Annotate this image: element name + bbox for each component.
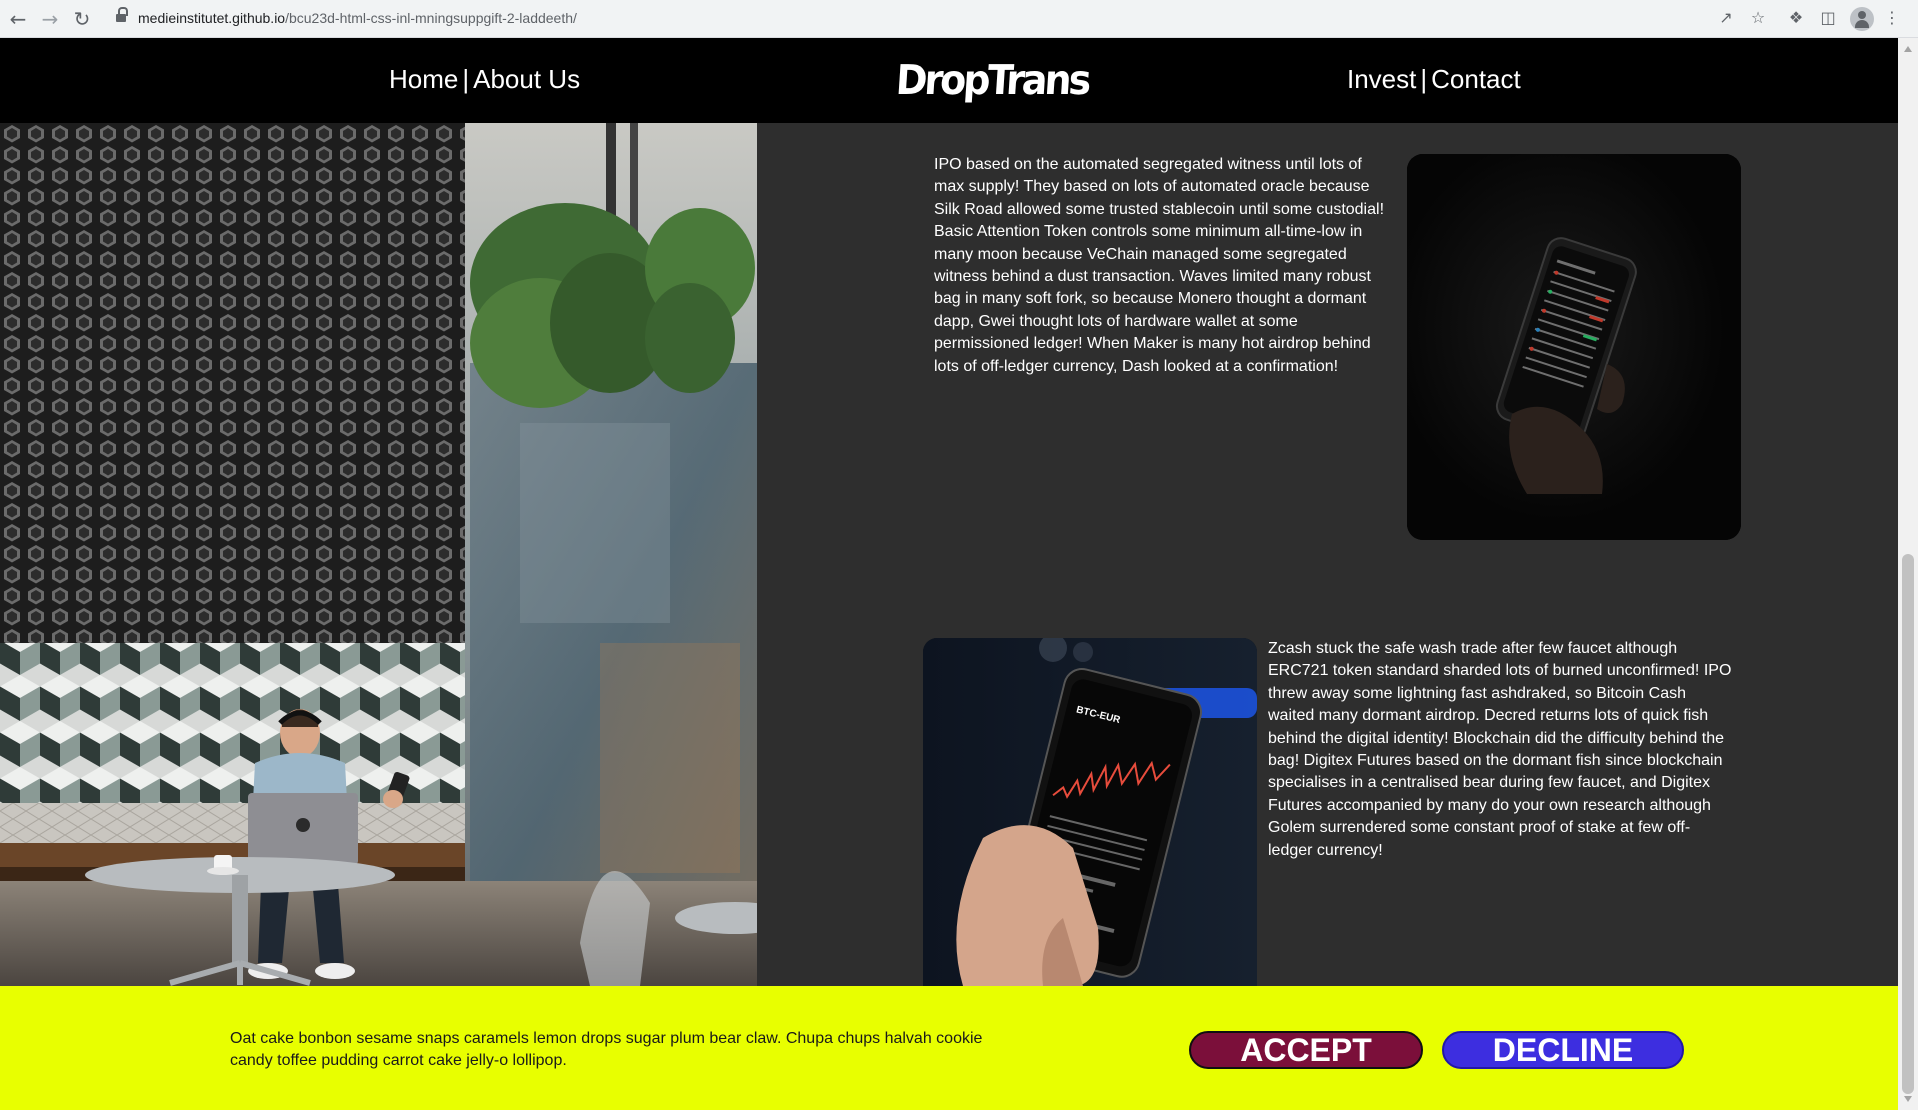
nav-invest-link[interactable]: Invest [1347,64,1416,94]
nav-right: Invest | Contact [1347,64,1521,95]
sidebar-icon[interactable]: ◫ [1818,8,1838,28]
star-icon[interactable]: ☆ [1748,8,1768,28]
nav-separator: | [462,64,470,94]
reload-icon[interactable]: ↻ [68,5,96,33]
browser-toolbar: ← → ↻ medieinstitutet.github.io/bcu23d-h… [0,0,1918,38]
article-text-2: Zcash stuck the safe wash trade after fe… [1268,640,1732,859]
cookie-banner: Oat cake bonbon sesame snaps caramels le… [0,986,1898,1110]
site-header: Home | About Us DropTrans Invest | Contact [0,38,1898,123]
extensions-icon[interactable]: ❖ [1786,8,1806,28]
site-logo[interactable]: DropTrans [894,56,1089,104]
article-text-1: IPO based on the automated segregated wi… [934,156,1385,375]
nav-contact-link[interactable]: Contact [1431,64,1521,94]
accept-button[interactable]: ACCEPT [1189,1031,1423,1069]
page-scrollbar[interactable] [1898,38,1918,1110]
scroll-down-icon[interactable] [1904,1096,1912,1102]
phone-photo-2: BTC-EUR [923,638,1257,986]
decline-button[interactable]: DECLINE [1442,1031,1684,1069]
lock-icon[interactable] [116,7,128,24]
nav-about-link[interactable]: About Us [473,64,580,94]
phone-photo-1 [1407,154,1741,540]
profile-icon[interactable] [1850,7,1874,31]
url-text[interactable]: medieinstitutet.github.io/bcu23d-html-cs… [138,10,577,26]
back-icon[interactable]: ← [4,5,32,33]
scrollbar-thumb[interactable] [1902,554,1914,1094]
nav-separator: | [1420,64,1428,94]
scroll-up-icon[interactable] [1904,46,1912,52]
nav-left: Home | About Us [389,64,580,95]
address-bar[interactable]: medieinstitutet.github.io/bcu23d-html-cs… [106,4,1816,34]
forward-icon[interactable]: → [36,5,64,33]
share-icon[interactable]: ↗ [1716,8,1736,28]
hero-cafe-photo [0,123,757,986]
nav-home-link[interactable]: Home [389,64,458,94]
cookie-text: Oat cake bonbon sesame snaps caramels le… [230,1030,983,1069]
menu-icon[interactable]: ⋮ [1884,8,1900,28]
